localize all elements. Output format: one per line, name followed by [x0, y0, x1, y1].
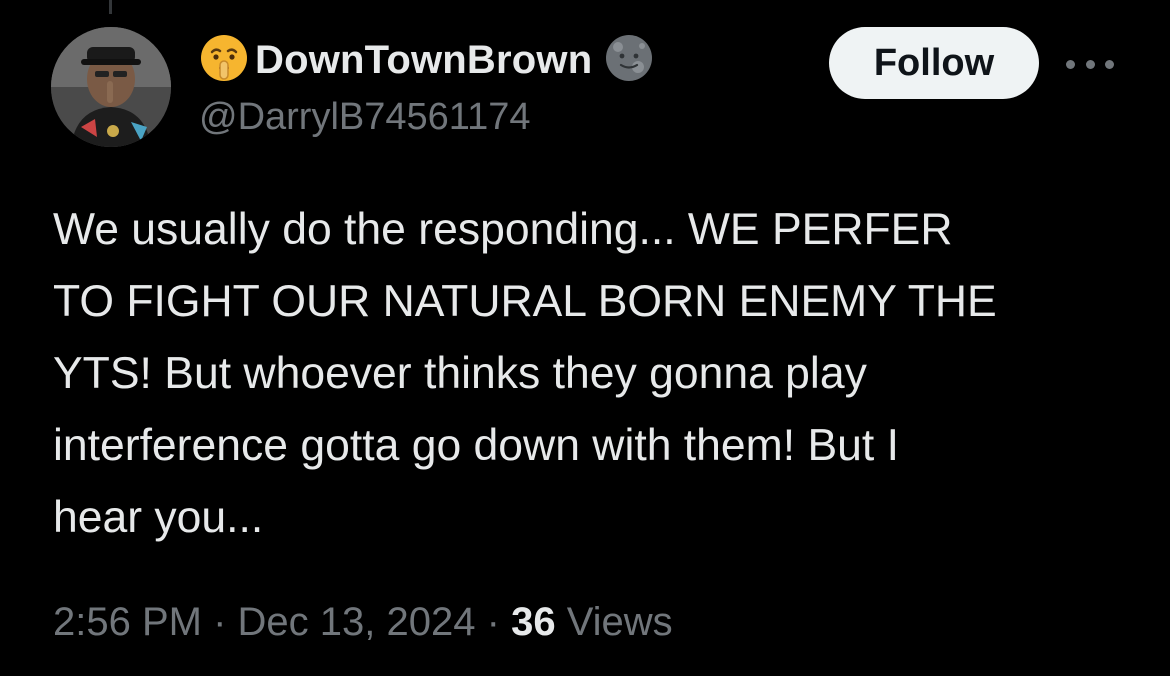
tweet-date[interactable]: Dec 13, 2024	[238, 600, 476, 644]
tweet-time[interactable]: 2:56 PM	[53, 600, 202, 644]
author-handle[interactable]: @DarrylB74561174	[199, 96, 531, 139]
more-dot-icon	[1085, 59, 1095, 69]
meta-separator: ·	[486, 600, 500, 644]
more-options-icon[interactable]	[1066, 50, 1114, 78]
meta-separator: ·	[213, 600, 227, 644]
views-count: 36	[511, 600, 556, 644]
new-moon-face-icon	[604, 33, 654, 88]
avatar[interactable]	[51, 27, 171, 147]
tweet-meta: 2:56 PM · Dec 13, 2024 · 36 Views	[53, 600, 673, 645]
tweet-text: We usually do the responding... WE PERFE…	[53, 205, 997, 542]
more-dot-icon	[1066, 59, 1075, 69]
views-label: Views	[566, 600, 673, 644]
follow-button[interactable]: Follow	[829, 27, 1039, 99]
author-display-name[interactable]: DownTownBrown	[255, 38, 592, 83]
author-name-row[interactable]: DownTownBrown	[199, 30, 654, 90]
shushing-face-icon	[199, 33, 249, 88]
more-dot-icon	[1105, 59, 1114, 69]
thread-connector-line	[109, 0, 112, 14]
